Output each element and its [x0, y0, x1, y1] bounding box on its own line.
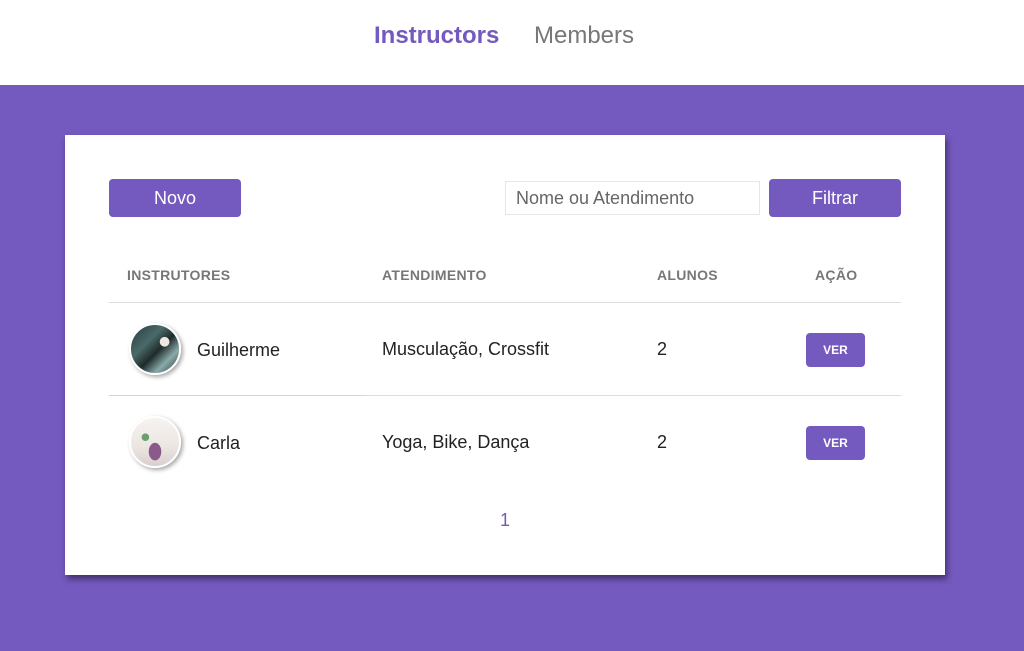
column-header-action: AÇÃO	[815, 267, 858, 283]
instructor-name: Carla	[197, 433, 241, 453]
instructor-name: Guilherme	[197, 340, 281, 360]
column-header-instructors: INSTRUTORES	[127, 267, 231, 283]
view-button[interactable]: VER	[806, 426, 865, 460]
header-divider	[109, 302, 901, 303]
column-header-students: ALUNOS	[657, 267, 718, 283]
nav-members-link[interactable]: Members	[534, 20, 634, 52]
pagination: 1	[65, 510, 945, 531]
instructors-card: Novo Filtrar INSTRUTORES ATENDIMENTO ALU…	[65, 135, 945, 575]
nav-instructors-link[interactable]: Instructors	[374, 20, 499, 52]
new-instructor-button[interactable]: Novo	[109, 179, 241, 217]
top-nav: Instructors Members	[0, 0, 1024, 85]
search-input[interactable]	[505, 181, 760, 215]
instructor-students: 2	[657, 339, 668, 359]
avatar	[129, 416, 181, 468]
instructor-students: 2	[657, 432, 668, 452]
instructor-services: Musculação, Crossfit	[382, 339, 550, 359]
column-header-services: ATENDIMENTO	[382, 267, 487, 283]
view-button[interactable]: VER	[806, 333, 865, 367]
instructor-services: Yoga, Bike, Dança	[382, 432, 530, 452]
avatar	[129, 323, 181, 375]
filter-button[interactable]: Filtrar	[769, 179, 901, 217]
row-divider	[364, 395, 901, 396]
row-divider	[109, 395, 364, 396]
page-link[interactable]: 1	[500, 510, 510, 530]
